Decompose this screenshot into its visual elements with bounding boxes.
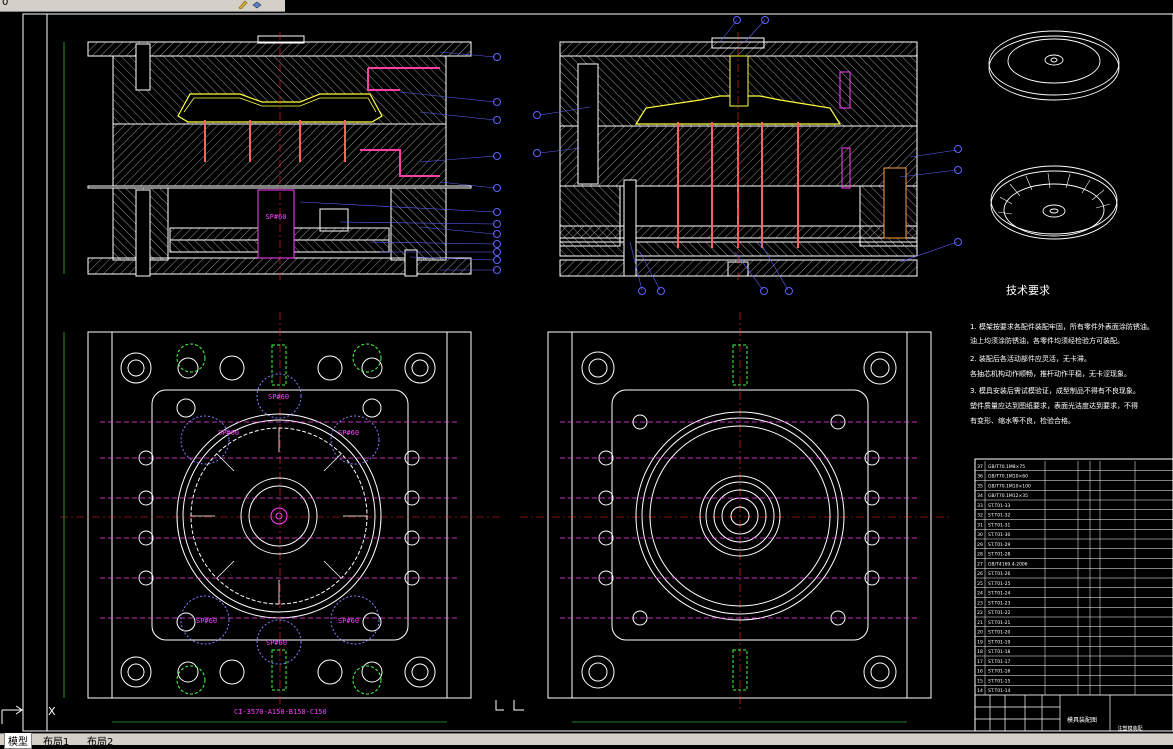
- view-symbol: [495, 700, 524, 711]
- bom-item-code: GB/T70.1M10×60: [988, 474, 1028, 480]
- toolbar-title-fragment: 0: [2, 0, 9, 8]
- bom-item-code: ST.T01-16: [988, 669, 1010, 675]
- bom-item-code: ST.T01-25: [988, 581, 1010, 587]
- bom-item-code: ST.T01-24: [988, 591, 1010, 597]
- sp-label: SP#60: [268, 393, 289, 401]
- bom-item-number: 23: [977, 600, 983, 606]
- bom-item-number: 19: [977, 639, 983, 645]
- bom-item-code: ST.T01-18: [988, 649, 1010, 655]
- bom-item-number: 18: [977, 649, 983, 655]
- drawing-canvas[interactable]: SP#60 技术要求 1. 模架按要求各配件装配牢固，所有零件外表面涂防锈油。 …: [0, 12, 1173, 733]
- title-block: 模具装配图 注塑模装配: [974, 694, 1173, 732]
- sp-label: SP#60: [218, 429, 239, 437]
- bom-item-number: 16: [977, 669, 983, 675]
- sp-label: SP#60: [265, 213, 286, 221]
- bom-item-number: 20: [977, 630, 983, 636]
- layout-tab-bar: 模型 布局1 布局2: [0, 733, 1173, 749]
- bom-item-code: ST.T01-15: [988, 678, 1010, 684]
- mold-base-label: CI-3570-A150-B150-C150: [234, 708, 327, 716]
- bom-item-code: GB/T70.1M12×35: [988, 493, 1028, 499]
- tech-line: 油上均须涂防锈油，各零件均须经检验方可装配。: [970, 336, 1124, 345]
- tab-layout1[interactable]: 布局1: [40, 733, 72, 748]
- bom-item-code: ST.T01-32: [988, 513, 1010, 519]
- bom-item-number: 33: [977, 503, 983, 509]
- bom-item-number: 37: [977, 464, 983, 470]
- bom-item-number: 26: [977, 571, 983, 577]
- bom-item-code: ST.T01-28: [988, 552, 1010, 558]
- bom-item-code: ST.T01-26: [988, 571, 1010, 577]
- sp-label: SP#60: [196, 617, 217, 625]
- sp-label: SP#60: [338, 429, 359, 437]
- title-block-name: 模具装配图: [1067, 716, 1097, 724]
- bom-item-code: ST.T01-20: [988, 630, 1010, 636]
- tech-line: 塑件质量应达到图纸要求，表面光洁度达到要求，不得: [970, 401, 1138, 410]
- section-view-left: SP#60: [63, 32, 472, 282]
- bom-item-number: 28: [977, 552, 983, 558]
- pencil-icon[interactable]: [238, 0, 248, 9]
- part-iso-bottom: [990, 165, 1118, 240]
- bom-item-code: ST.T01-21: [988, 620, 1010, 626]
- bom-table: 37 GB/T70.1M8×75 36 GB/T70.1M10×60 35 GB/T70.…: [974, 458, 1173, 732]
- bom-item-number: 35: [977, 483, 983, 489]
- tech-line: 有变形、缩水等不良，检验合格。: [970, 416, 1075, 425]
- bom-item-code: GB/T70.1M10×100: [988, 483, 1031, 489]
- tab-layout2[interactable]: 布局2: [84, 733, 116, 748]
- bom-item-code: ST.T01-23: [988, 600, 1010, 606]
- layer-icon[interactable]: [252, 0, 262, 9]
- bom-item-number: 25: [977, 581, 983, 587]
- plan-view-right: [520, 312, 950, 723]
- bom-item-code: ST.T01-31: [988, 522, 1010, 528]
- bom-item-number: 34: [977, 493, 983, 499]
- sp-label: SP#60: [266, 639, 287, 647]
- bom-item-code: ST.T01-22: [988, 610, 1010, 616]
- bom-item-code: GB/T70.1M8×75: [988, 464, 1025, 470]
- bom-item-number: 14: [977, 688, 983, 694]
- bom-item-number: 36: [977, 474, 983, 480]
- bom-item-number: 17: [977, 659, 983, 665]
- bom-item-code: ST.T01-30: [988, 532, 1010, 538]
- bom-item-number: 32: [977, 513, 983, 519]
- bom-item-code: ST.T01-19: [988, 639, 1010, 645]
- toolbar: 0: [0, 0, 285, 12]
- bom-item-code: GB/T4169.4-2006: [988, 561, 1028, 567]
- ucs-icon: [1, 705, 23, 724]
- bom-item-number: 21: [977, 620, 983, 626]
- technical-requirements: 技术要求 1. 模架按要求各配件装配牢固，所有零件外表面涂防锈油。 油上均须涂防…: [970, 284, 1154, 425]
- tab-model[interactable]: 模型: [4, 733, 32, 749]
- tech-line: 3. 模具安装后需试模验证，成型制品不得有不良现象。: [970, 386, 1140, 395]
- bom-item-number: 31: [977, 522, 983, 528]
- bom-item-code: ST.T01-17: [988, 659, 1010, 665]
- bom-item-number: 29: [977, 542, 983, 548]
- plan-view-left: SP#60 SP#60 SP#60 SP#60 SP#60 SP#60 CI-3…: [60, 312, 500, 723]
- title-block-number: 注塑模装配: [1117, 725, 1142, 732]
- axis-x-label: X: [48, 705, 56, 718]
- bom-item-number: 27: [977, 561, 983, 567]
- tech-title: 技术要求: [1006, 284, 1050, 297]
- bom-item-number: 24: [977, 591, 983, 597]
- tech-line: 各抽芯机构动作顺畅，推杆动作平稳，无卡涩现象。: [970, 369, 1131, 378]
- bom-item-number: 22: [977, 610, 983, 616]
- section-view-right: [559, 32, 918, 282]
- tech-line: 1. 模架按要求各配件装配牢固，所有零件外表面涂防锈油。: [970, 322, 1154, 331]
- part-iso-top: [988, 30, 1120, 101]
- bom-item-code: ST.T01-33: [988, 503, 1010, 509]
- bom-item-number: 30: [977, 532, 983, 538]
- sp-label: SP#60: [338, 617, 359, 625]
- bom-item-code: ST.T01-14: [988, 688, 1010, 694]
- bom-item-code: ST.T01-29: [988, 542, 1010, 548]
- bom-item-number: 15: [977, 678, 983, 684]
- tech-line: 2. 装配后各活动部件应灵活，无卡滞。: [970, 354, 1091, 363]
